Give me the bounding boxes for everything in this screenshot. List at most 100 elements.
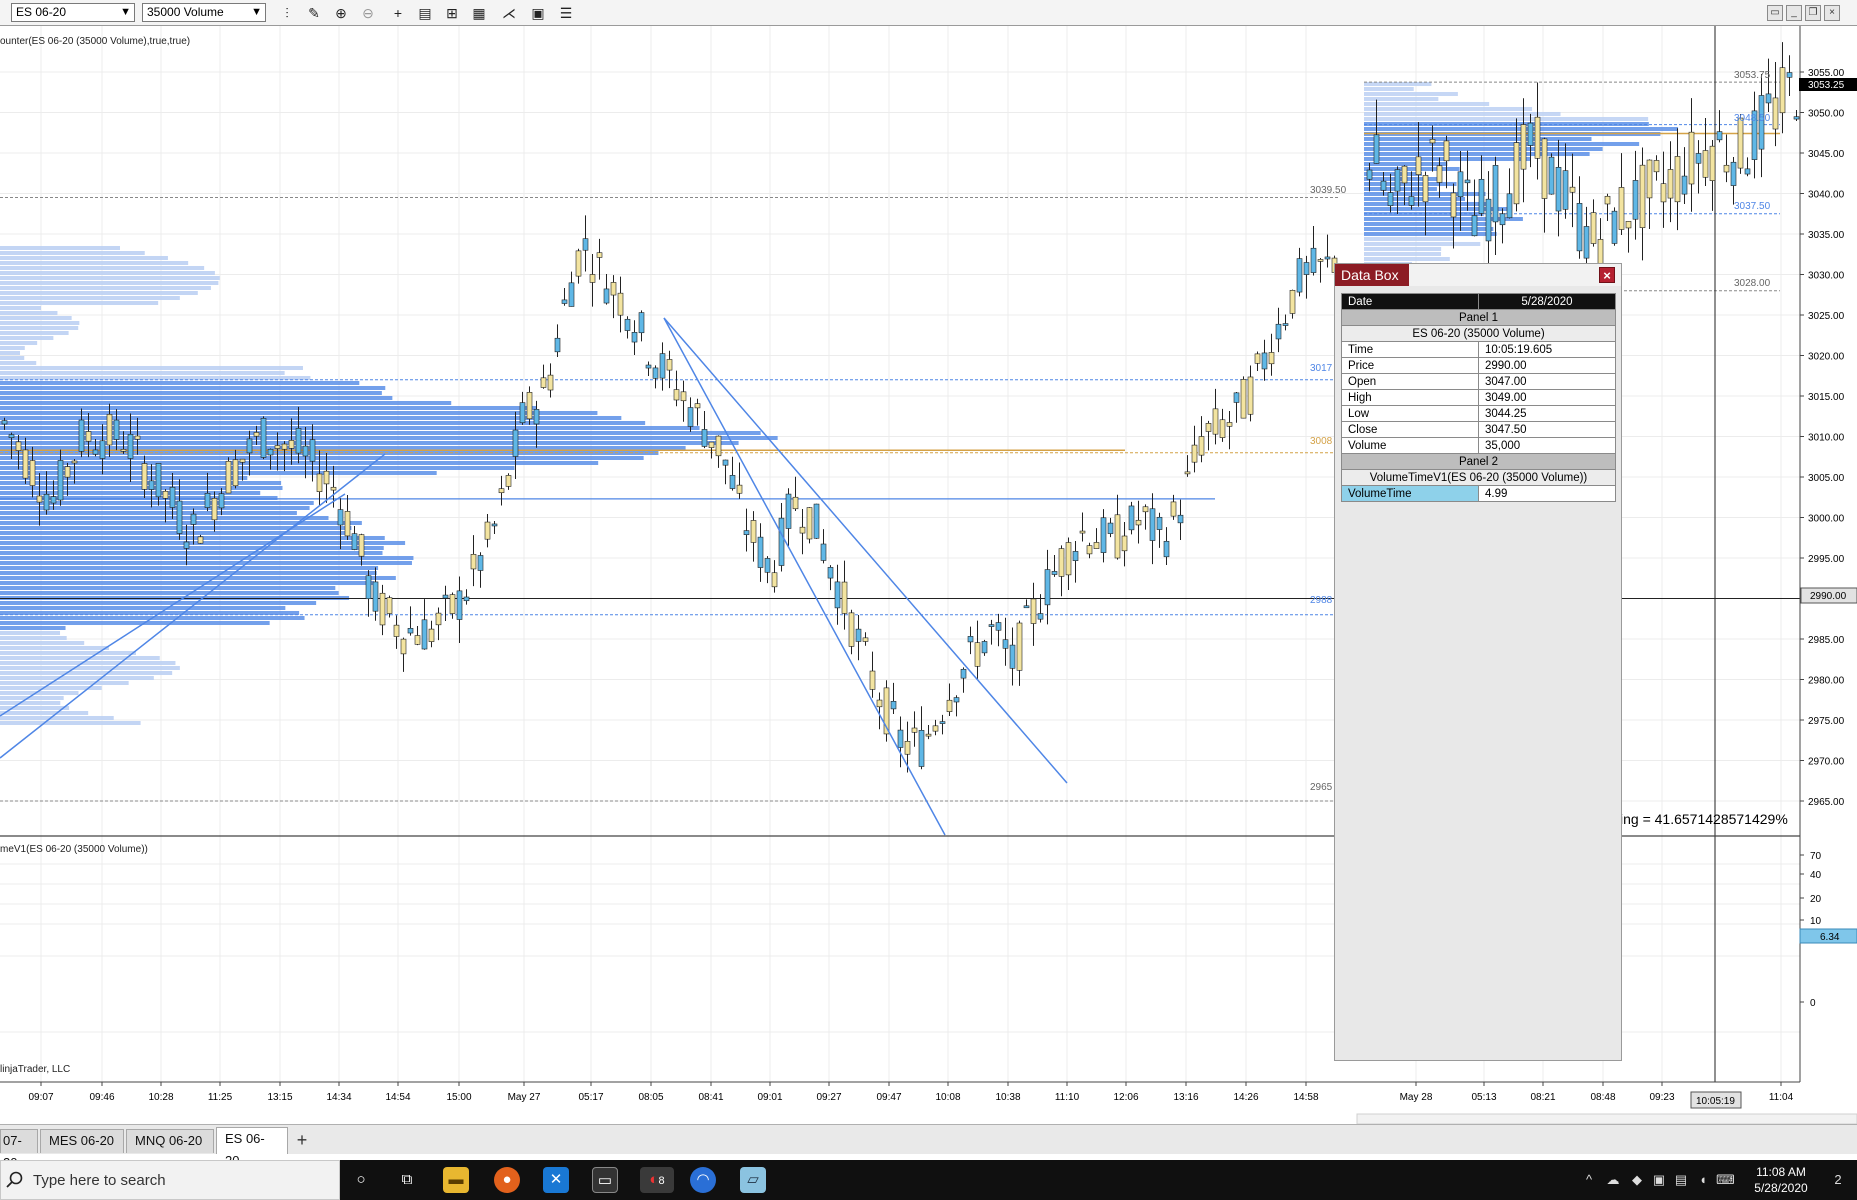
close-icon[interactable]: × (1599, 267, 1615, 283)
time-tick-label: 09:46 (89, 1092, 114, 1103)
minimize-icon[interactable]: _ (1786, 5, 1802, 21)
cortana-icon[interactable]: ○ (348, 1167, 374, 1193)
candle-body (1464, 179, 1471, 184)
candle-body (1282, 323, 1289, 326)
candle-body (442, 594, 449, 599)
tile-icon[interactable]: ▭ (1767, 5, 1783, 21)
data-box-header[interactable]: Data Box × (1335, 264, 1621, 286)
candle-body (428, 628, 435, 642)
strategies-icon[interactable]: ▦ (469, 3, 489, 23)
notes-icon[interactable]: ▱ (740, 1167, 766, 1193)
candle-body (792, 496, 799, 510)
close-icon[interactable]: × (1824, 5, 1840, 21)
table-row: Close 3047.50 (1341, 421, 1616, 438)
profile-bar (0, 426, 700, 430)
cloud-icon[interactable]: ☁ (1604, 1171, 1622, 1189)
notification-icon[interactable]: 2 (1826, 1171, 1850, 1189)
profile-bar (0, 466, 515, 470)
zoom-in-icon[interactable]: ⊕ (331, 3, 351, 23)
profile-bar (0, 516, 329, 520)
profile-bar (0, 306, 41, 310)
list-icon[interactable]: ☰ (556, 3, 576, 23)
tab-mes-06-20[interactable]: MES 06-20 (40, 1129, 124, 1153)
browser-icon[interactable]: ◠ (690, 1167, 716, 1193)
level-label: 3028.00 (1734, 278, 1771, 289)
add-tab-icon[interactable]: + (291, 1130, 313, 1152)
profile-bar (0, 266, 205, 270)
candle-body (1401, 165, 1408, 184)
profile-bar (0, 631, 61, 635)
data-box-icon[interactable]: ▤ (415, 3, 435, 23)
candle-body (750, 520, 757, 543)
candle-body (1373, 134, 1380, 164)
panel-1-label: Panel 1 (1341, 309, 1616, 326)
time-tick-label: 08:05 (638, 1092, 663, 1103)
firefox-icon[interactable]: ● (494, 1167, 520, 1193)
profile-bar (0, 676, 154, 680)
candle-body (1583, 226, 1590, 259)
draw-icon[interactable]: ✎ (304, 3, 324, 23)
crosshair-icon[interactable]: + (388, 3, 408, 23)
candle-body (1408, 196, 1415, 206)
candle-body (57, 460, 64, 501)
network-icon[interactable]: ▤ (1672, 1171, 1690, 1189)
candle-body (512, 429, 519, 457)
dropbox-icon[interactable]: ◆ (1628, 1171, 1646, 1189)
profile-bar (0, 721, 141, 725)
profile-bar (0, 716, 114, 720)
level-label: 3048.50 (1734, 113, 1771, 124)
volume-time-value: 4.99 (1478, 485, 1616, 502)
profile-bar (0, 611, 300, 615)
profile-bar (0, 286, 211, 290)
candle-body (1156, 516, 1163, 530)
terminal-icon[interactable]: ▭ (592, 1167, 618, 1193)
candle-body (1604, 195, 1611, 205)
speaker-icon[interactable]: ◖ (1694, 1171, 1712, 1189)
price-tick-label: 2980.00 (1808, 676, 1845, 687)
zoom-out-icon[interactable]: ⊖ (358, 3, 378, 23)
data-box-window[interactable]: Data Box × Date 5/28/2020 Panel 1 ES 06-… (1334, 263, 1622, 1061)
row-value: 35,000 (1478, 437, 1616, 454)
price-tick-label: 2985.00 (1808, 635, 1845, 646)
volume-profile-left (0, 246, 1125, 725)
price-tick-label: 3025.00 (1808, 311, 1845, 322)
bar-style-icon[interactable]: ⫶ (277, 3, 297, 23)
chart-trader-icon[interactable]: ⊞ (442, 3, 462, 23)
candle-body (1149, 508, 1156, 541)
app-group-icon[interactable]: ◐8 (640, 1167, 674, 1193)
candle-body (1177, 514, 1184, 524)
indicators-icon[interactable]: ⋌ (499, 3, 519, 23)
candle-body (176, 500, 183, 534)
candle-body (232, 459, 239, 487)
candle-body (1618, 187, 1625, 230)
candle-body (1310, 247, 1317, 273)
profile-bar (1364, 147, 1603, 151)
candle-body (659, 353, 666, 379)
properties-icon[interactable]: ▣ (528, 3, 548, 23)
file-explorer-icon[interactable]: ▬ (443, 1167, 469, 1193)
candle-body (204, 493, 211, 508)
candle-body (1688, 131, 1695, 185)
instrument-select[interactable]: ES 06-20 ▼ (11, 3, 135, 22)
ninjatrader-icon[interactable]: ✕ (543, 1167, 569, 1193)
keyboard-icon[interactable]: ⌨ (1716, 1171, 1735, 1189)
level-label: 3037.50 (1734, 201, 1771, 212)
profile-bar (1364, 87, 1414, 91)
bar-type-select[interactable]: 35000 Volume ▼ (142, 3, 266, 22)
profile-bar (1364, 107, 1533, 111)
tab-mnq-06-20[interactable]: MNQ 06-20 (126, 1129, 214, 1153)
tab-es-06-20[interactable]: ES 06-20 (216, 1127, 288, 1168)
candle-body (953, 697, 960, 703)
maximize-icon[interactable]: ❐ (1805, 5, 1821, 21)
profile-bar (0, 556, 414, 560)
tab-07-20[interactable]: 07-20 (0, 1129, 38, 1170)
candle-body (414, 635, 421, 645)
taskbar-search-box[interactable]: Type here to search (0, 1160, 340, 1200)
task-view-icon[interactable]: ⧉ (394, 1167, 420, 1193)
chevron-up-icon[interactable]: ^ (1580, 1171, 1598, 1189)
profile-bar (0, 276, 220, 280)
taskbar-clock[interactable]: 11:08 AM 5/28/2020 (1736, 1164, 1826, 1196)
monitor-icon[interactable]: ▣ (1650, 1171, 1668, 1189)
profile-bar (1364, 252, 1442, 256)
candle-body (1723, 164, 1730, 173)
